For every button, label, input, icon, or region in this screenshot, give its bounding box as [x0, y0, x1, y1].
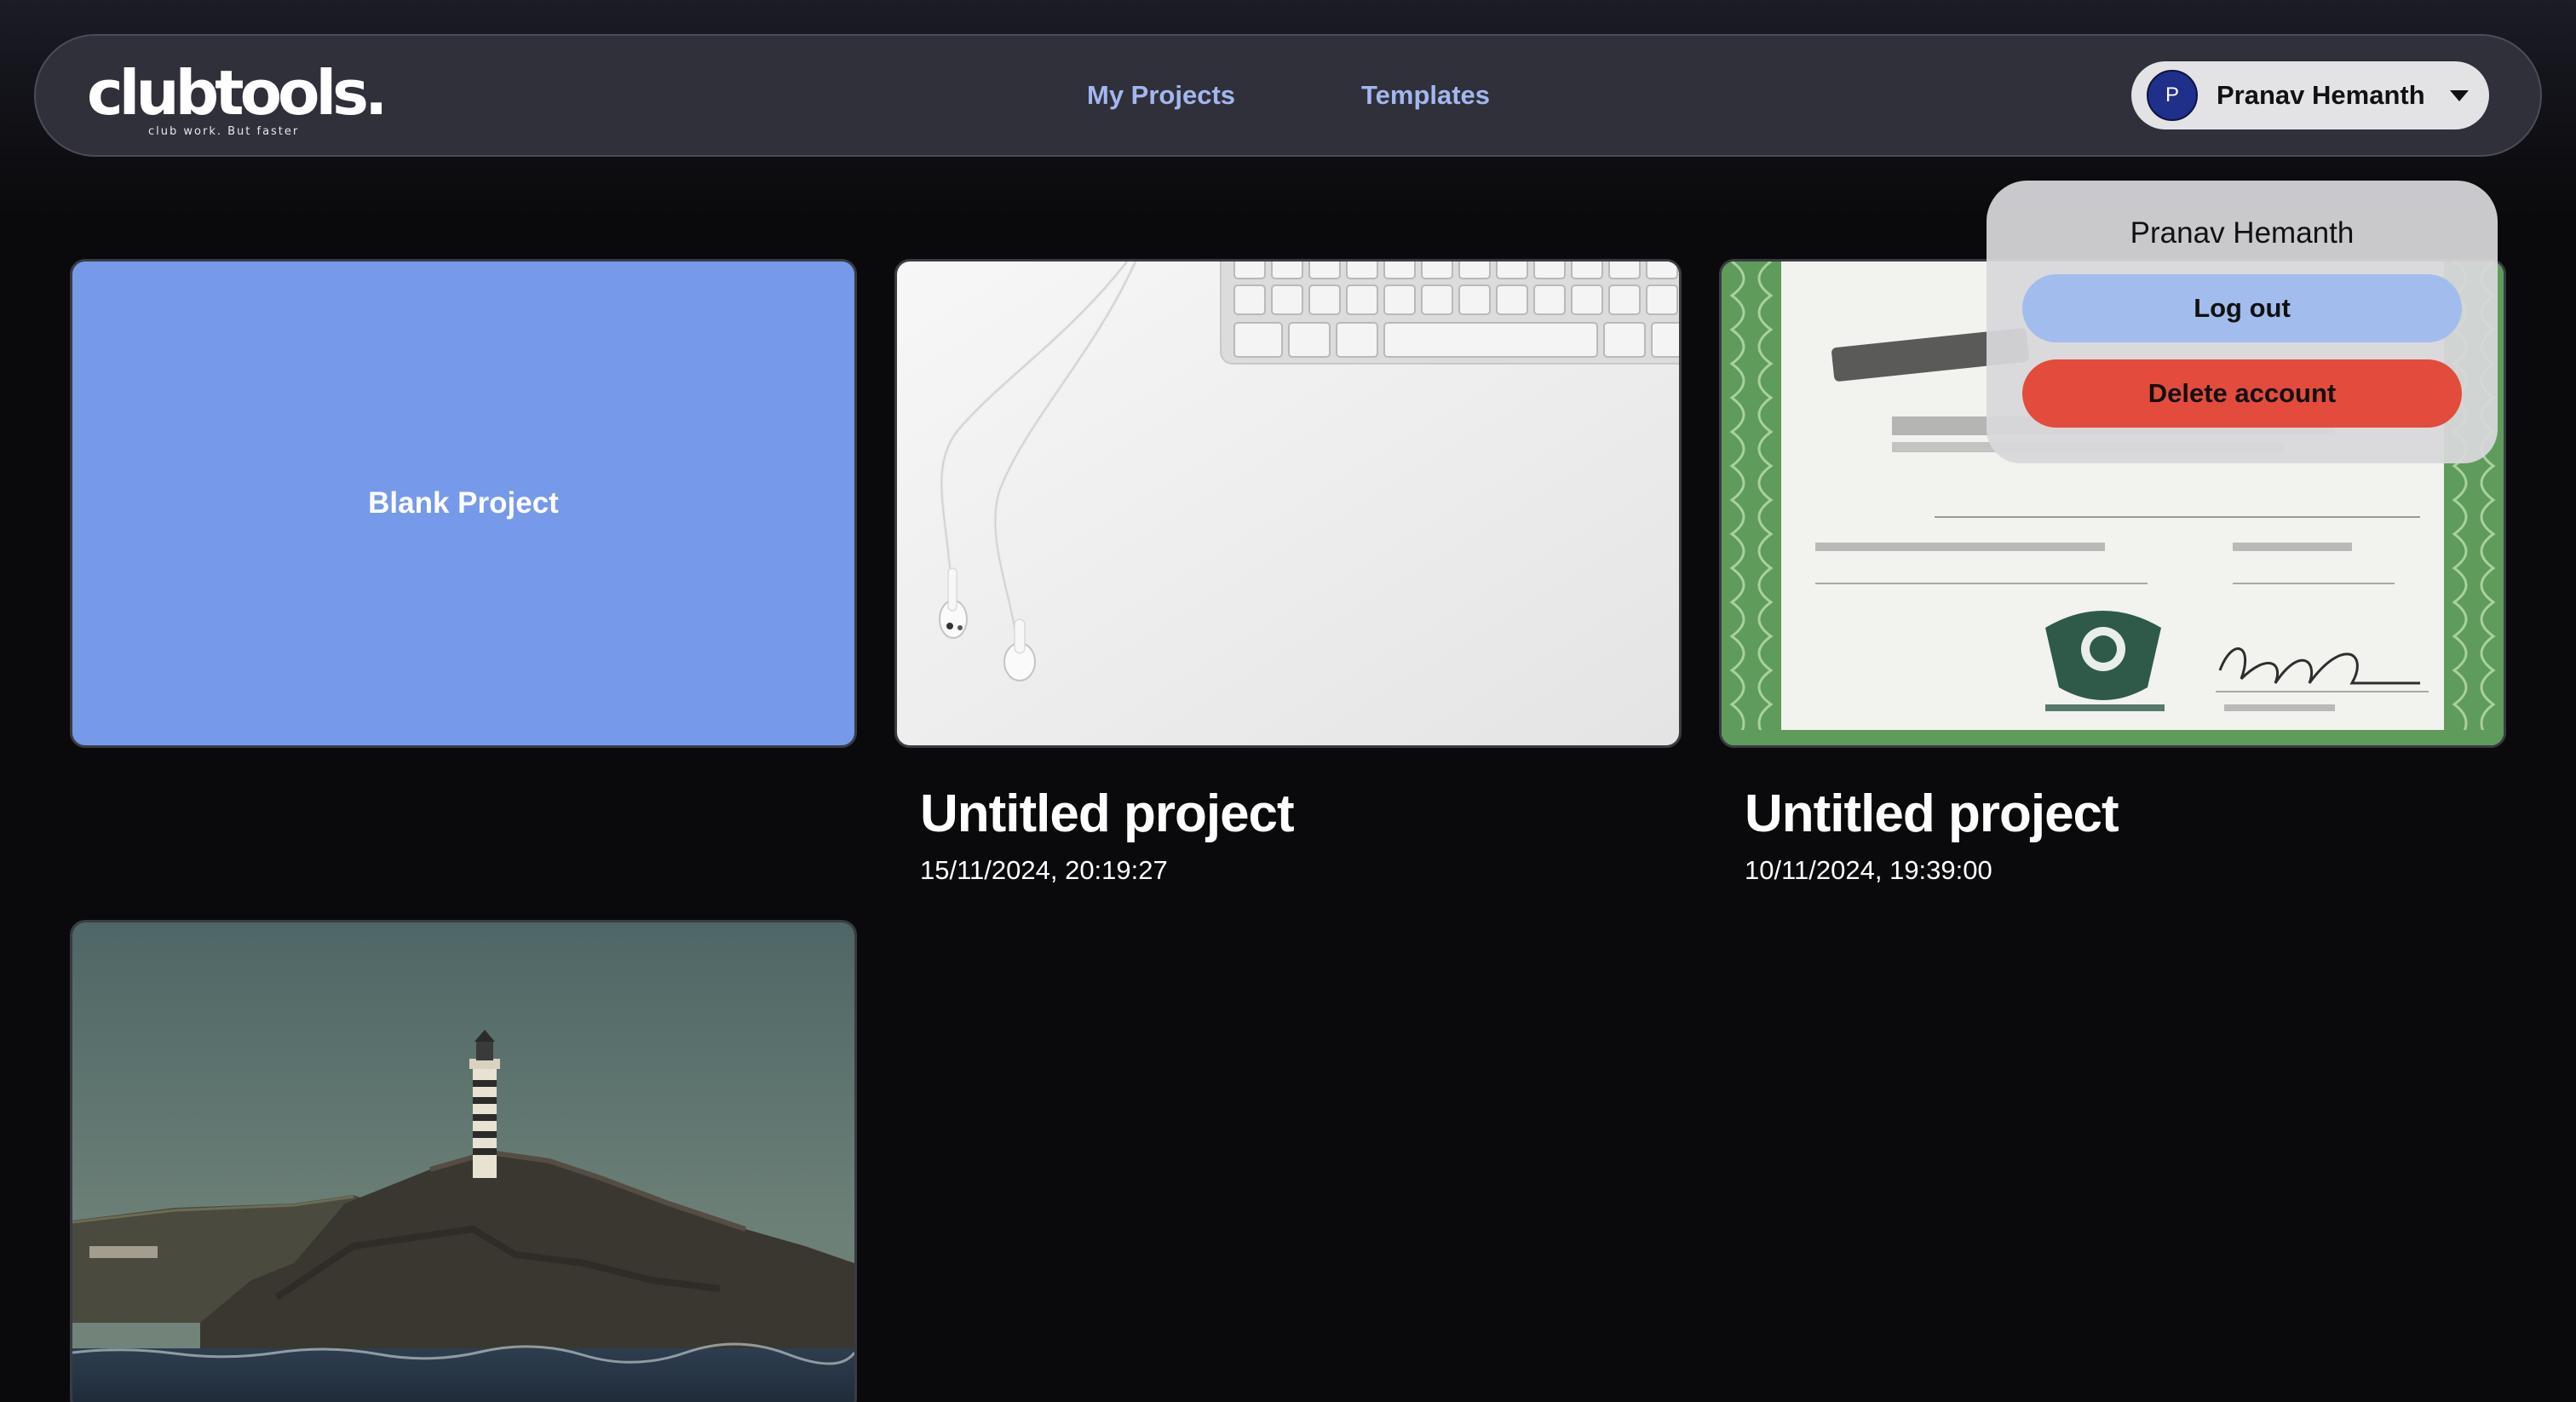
logo-tagline: club work. But faster [148, 125, 300, 138]
top-nav-bar: clubtools. club work. But faster My Proj… [34, 34, 2542, 157]
project-title[interactable]: Untitled project [1745, 782, 2119, 847]
delete-account-button[interactable]: Delete account [2022, 359, 2462, 428]
clubtools-logo[interactable]: clubtools. club work. But faster [87, 55, 394, 140]
avatar: P [2147, 70, 2198, 121]
logout-button[interactable]: Log out [2022, 274, 2462, 342]
dropdown-user-name: Pranav Hemanth [2130, 216, 2355, 250]
user-name: Pranav Hemanth [2217, 80, 2425, 110]
nav-templates[interactable]: Templates [1361, 78, 1490, 112]
project-title[interactable]: Untitled project [920, 782, 1295, 847]
nav-my-projects[interactable]: My Projects [1087, 78, 1235, 112]
blank-project-label: Blank Project [368, 486, 559, 520]
blank-project-card[interactable]: Blank Project [70, 259, 857, 748]
user-dropdown-menu: Pranav Hemanth Log out Delete account [1987, 181, 2498, 463]
earphones-keyboard-image [897, 261, 1679, 745]
project-date: 10/11/2024, 19:39:00 [1745, 855, 1992, 885]
user-menu-button[interactable]: P Pranav Hemanth [2131, 61, 2489, 129]
logo-text: clubtools. [87, 57, 388, 129]
project-card-thumbnail[interactable] [894, 259, 1682, 748]
lighthouse-image [72, 922, 854, 1402]
project-date: 15/11/2024, 20:19:27 [920, 855, 1168, 885]
project-card-thumbnail[interactable] [70, 920, 857, 1402]
caret-down-icon [2450, 90, 2469, 101]
